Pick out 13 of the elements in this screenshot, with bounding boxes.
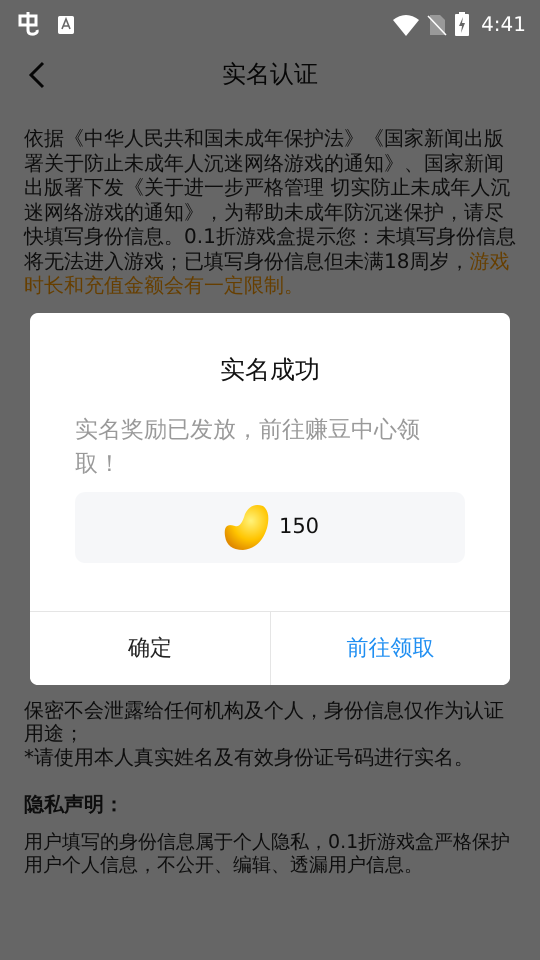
privacy-paragraph: 用户填写的身份信息属于个人隐私，0.1折游戏盒严格保护用户个人信息，不公开、编辑、透漏用户信息。 — [24, 831, 512, 877]
reward-amount: 150 — [278, 513, 320, 540]
no-sim-icon — [427, 12, 448, 36]
privacy-heading: 隐私声明： — [24, 791, 125, 818]
dialog-title: 实名成功 — [219, 354, 321, 386]
dialog-message: 实名奖励已发放，前往赚豆中心领取！ — [75, 416, 421, 478]
note-text: 保密不会泄露给任何机构及个人，身份信息仅作为认证用途； — [24, 698, 505, 746]
battery-charging-icon — [455, 12, 470, 36]
status-time: 4:41 — [481, 11, 526, 38]
page-title: 实名认证 — [222, 59, 318, 90]
note-text: *请使用本人真实姓名及有效身份证号码进行实名。 — [24, 746, 475, 769]
wifi-icon — [393, 12, 420, 36]
notice-paragraph: 依据《中华人民共和国未成年保护法》《国家新闻出版署关于防止未成年人沉迷网络游戏的通知》、国家新闻出版署下发《关于进一步严格管理 切实防止未成年人沉迷网络游戏的通知》，为帮助未成年防沉迷保护，请尽快填写身份信息。0.1折游戏盒提示您：未填写身份信息将无法进入游戏；已填写身份信息但未满18周岁，游戏时长和充值金额会有一定限制。 — [24, 126, 516, 298]
